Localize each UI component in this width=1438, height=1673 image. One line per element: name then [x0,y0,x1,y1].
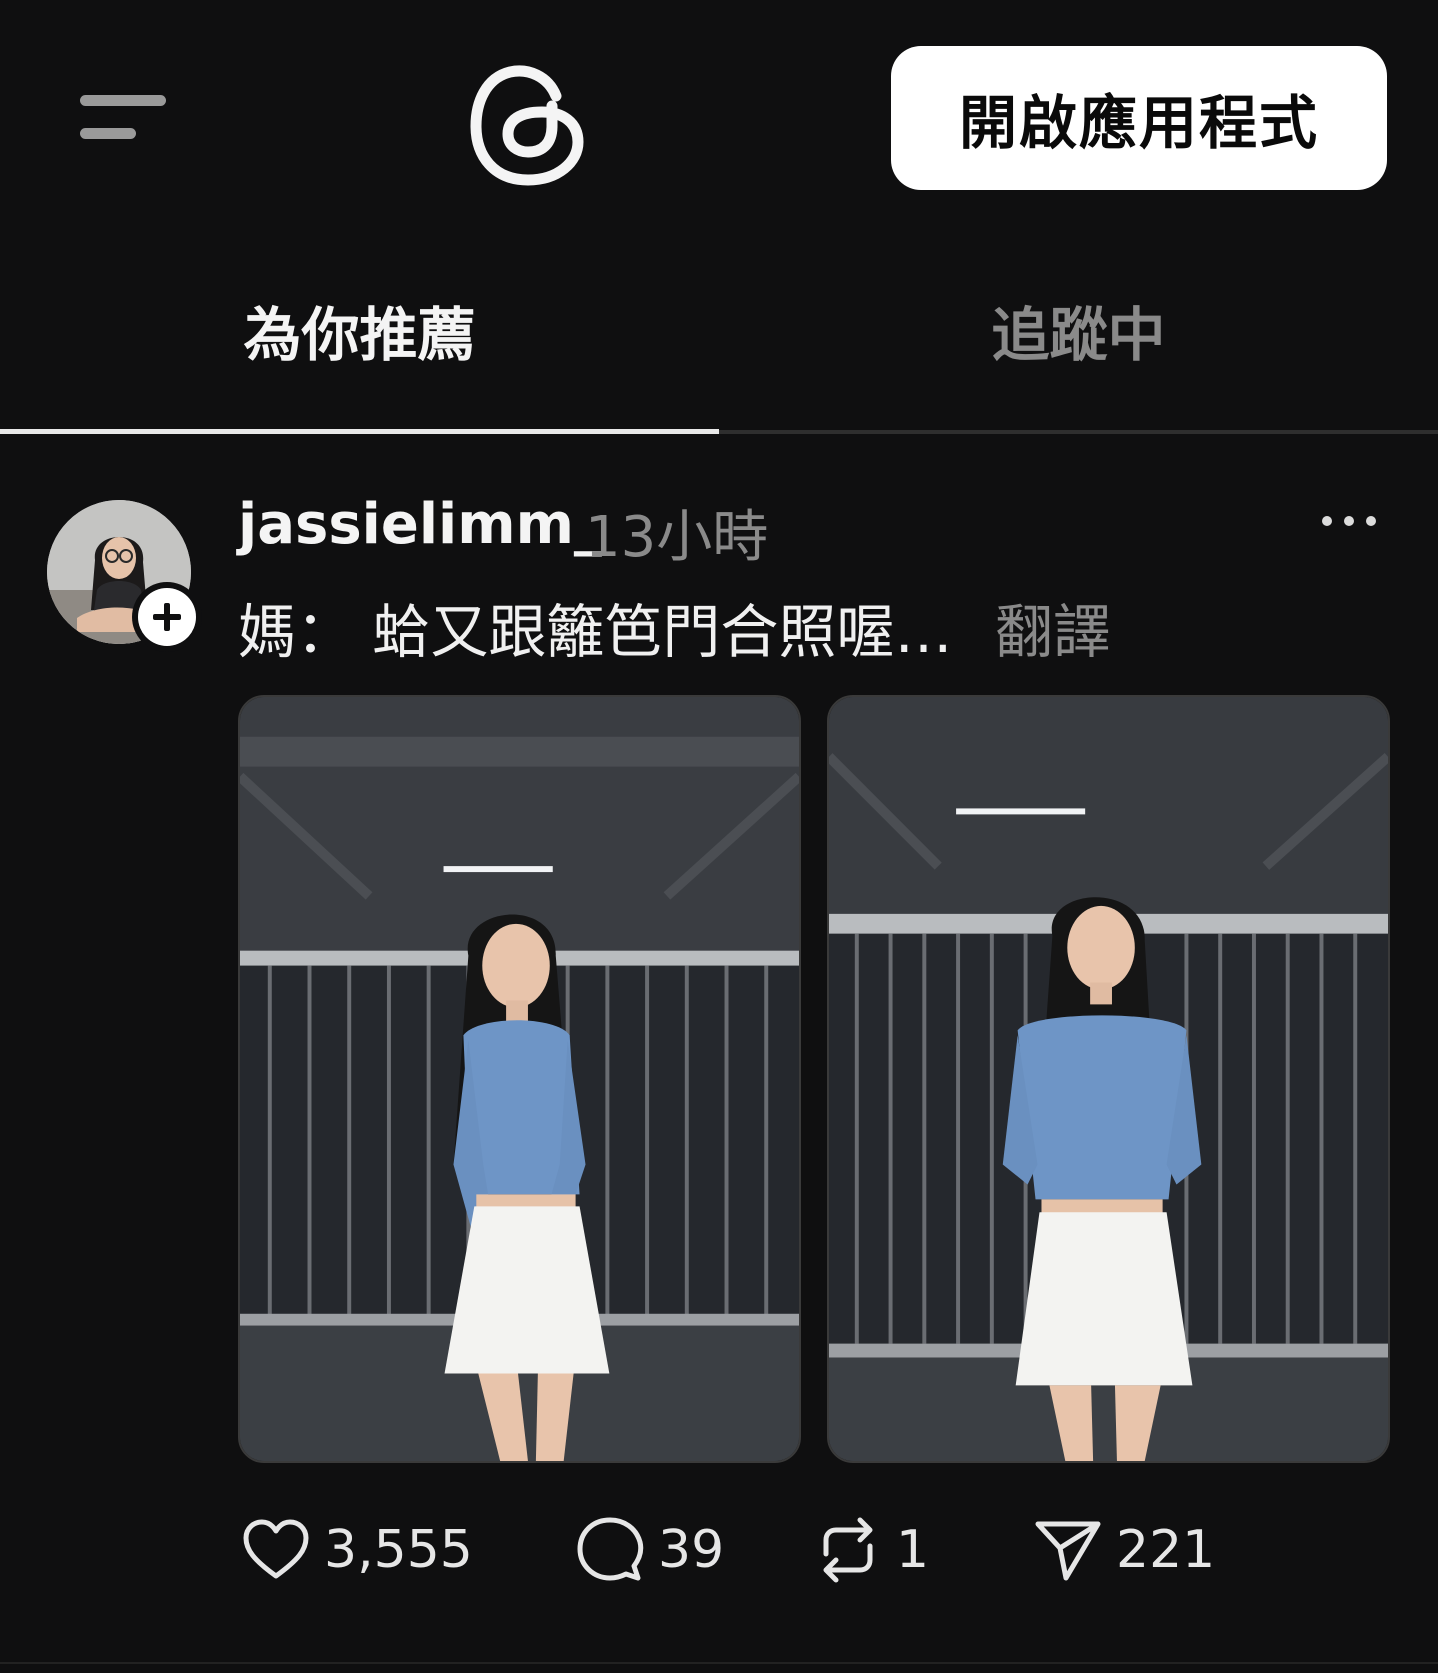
post-caption: 媽： 蛤又跟籬笆門合照喔… [238,598,953,666]
more-options-icon[interactable] [1320,506,1380,536]
send-icon [1035,1521,1101,1581]
feed-tabs: 為你推薦 追蹤中 [0,270,1438,436]
comment-icon [577,1517,644,1581]
share-button[interactable]: 221 [1032,1500,1215,1600]
tab-for-you[interactable]: 為你推薦 [0,270,719,436]
like-count: 3,555 [324,1520,473,1580]
threads-logo-icon[interactable] [470,58,588,186]
repost-count: 1 [896,1520,930,1580]
share-count: 221 [1116,1520,1216,1580]
hamburger-menu-icon[interactable] [80,95,170,145]
post-username[interactable]: jassielimm_ [238,492,602,557]
tab-following[interactable]: 追蹤中 [719,270,1438,436]
heart-icon [243,1519,309,1579]
post-divider [0,1662,1438,1664]
translate-link[interactable]: 翻譯 [995,585,1111,669]
top-bar: 開啟應用程式 [0,0,1438,230]
open-app-button[interactable]: 開啟應用程式 [891,46,1387,190]
follow-plus-icon[interactable] [132,582,202,652]
post-actions: 3,555 39 1 221 [0,1500,1438,1620]
post-image-1[interactable] [238,695,801,1463]
post-timestamp: 13小時 [585,505,769,570]
tab-active-indicator [0,429,719,434]
post-image-2[interactable] [827,695,1390,1463]
reply-button[interactable]: 39 [574,1500,724,1600]
repost-button[interactable]: 1 [812,1500,929,1600]
like-button[interactable]: 3,555 [240,1500,473,1600]
reply-count: 39 [658,1520,725,1580]
post-card: jassielimm_ 13小時 媽： 蛤又跟籬笆門合照喔… 翻譯 3,555 … [0,470,1438,1673]
repost-icon [823,1517,873,1583]
